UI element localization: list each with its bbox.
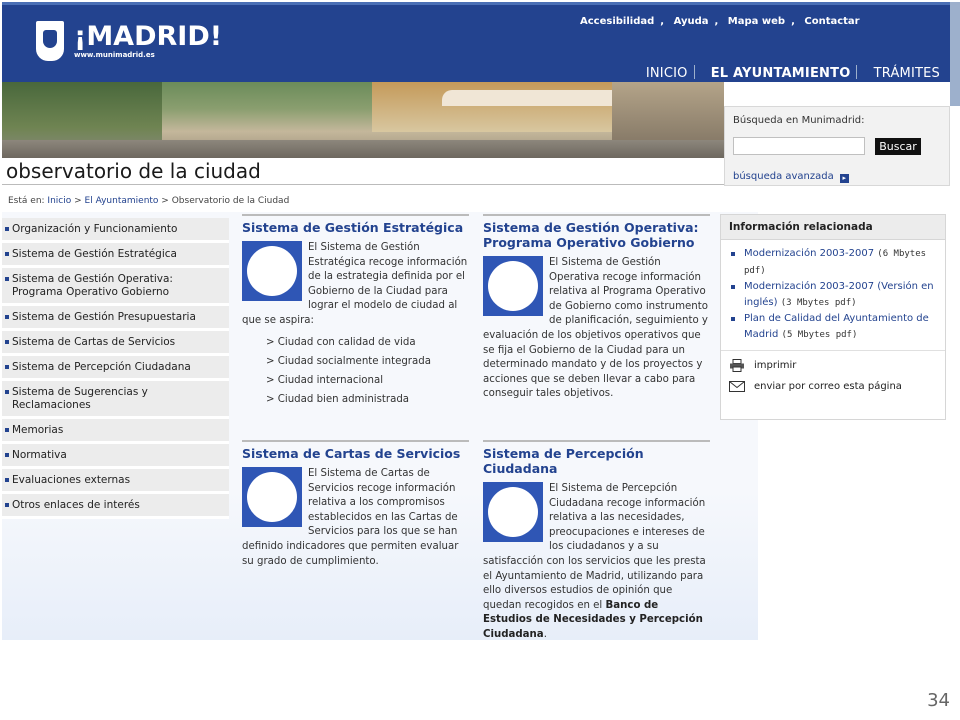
menu-item-gestion-presupuestaria[interactable]: Sistema de Gestión Presupuestaria [2, 306, 229, 331]
breadcrumb-prefix: Está en: [8, 196, 48, 206]
printer-icon [730, 358, 744, 372]
top-link-mapa-web[interactable]: Mapa web [728, 16, 785, 27]
menu-item-evaluaciones[interactable]: Evaluaciones externas [2, 469, 229, 494]
menu-item-memorias[interactable]: Memorias [2, 419, 229, 444]
email-link[interactable]: enviar por correo esta página [721, 380, 945, 393]
section-title[interactable]: Sistema de Gestión Operativa: Programa O… [483, 214, 710, 250]
top-link-contactar[interactable]: Contactar [804, 16, 859, 27]
section-image [242, 467, 302, 527]
section-gestion-operativa: Sistema de Gestión Operativa: Programa O… [483, 214, 710, 402]
search-input[interactable] [733, 137, 865, 155]
arrow-right-icon: ▸ [839, 174, 849, 183]
bullet-item: > Ciudad con calidad de vida [266, 336, 416, 348]
madrid-logo[interactable]: ¡MADRID! www.munimadrid.es [36, 21, 222, 61]
menu-item-sugerencias[interactable]: Sistema de Sugerencias y Reclamaciones [2, 381, 229, 419]
title-divider [2, 184, 724, 185]
breadcrumb-inicio[interactable]: Inicio [47, 196, 71, 206]
print-label: imprimir [754, 359, 797, 371]
section-image [483, 482, 543, 542]
menu-item-cartas-servicios[interactable]: Sistema de Cartas de Servicios [2, 331, 229, 356]
breadcrumb-current: Observatorio de la Ciudad [171, 196, 290, 206]
city-crest-icon [36, 21, 64, 61]
section-gestion-estrategica: Sistema de Gestión Estratégica El Sistem… [242, 214, 469, 405]
city-photo-banner [2, 82, 724, 158]
bullet-item: > Ciudad bien administrada [266, 393, 410, 405]
related-link-text[interactable]: Modernización 2003-2007 [744, 248, 874, 259]
menu-item-organizacion[interactable]: Organización y Funcionamiento [2, 218, 229, 243]
file-size: (3 Mbytes pdf) [780, 297, 857, 308]
top-links: Accesibilidad, Ayuda, Mapa web, Contacta… [580, 16, 860, 27]
nav-el-ayuntamiento[interactable]: EL AYUNTAMIENTO [711, 66, 851, 81]
section-title[interactable]: Sistema de Cartas de Servicios [242, 440, 469, 461]
advanced-search-link[interactable]: búsqueda avanzada ▸ [733, 171, 849, 183]
breadcrumb: Está en: Inicio > El Ayuntamiento > Obse… [8, 196, 290, 206]
section-cartas-servicios: Sistema de Cartas de Servicios El Sistem… [242, 440, 469, 569]
menu-item-normativa[interactable]: Normativa [2, 444, 229, 469]
bullet-item: > Ciudad socialmente integrada [266, 355, 431, 367]
section-title[interactable]: Sistema de Percepción Ciudadana [483, 440, 710, 476]
bullet-item: > Ciudad internacional [266, 374, 384, 386]
menu-item-otros-enlaces[interactable]: Otros enlaces de interés [2, 494, 229, 519]
section-title[interactable]: Sistema de Gestión Estratégica [242, 214, 469, 235]
search-label: Búsqueda en Munimadrid: [733, 115, 865, 126]
related-link[interactable]: Modernización 2003-2007 (6 Mbytes pdf) [729, 246, 939, 279]
top-link-accesibilidad[interactable]: Accesibilidad [580, 16, 654, 27]
section-image [483, 256, 543, 316]
related-link[interactable]: Modernización 2003-2007 (Versión en ingl… [729, 279, 939, 311]
slide-number: 34 [927, 690, 950, 711]
file-size: (5 Mbytes pdf) [781, 329, 858, 340]
nav-tramites[interactable]: TRÁMITES [874, 66, 940, 81]
logo-url: www.munimadrid.es [74, 51, 155, 59]
related-info-box: Información relacionada Modernización 20… [720, 214, 946, 420]
search-box: Búsqueda en Munimadrid: Buscar búsqueda … [724, 106, 950, 186]
left-menu: Organización y Funcionamiento Sistema de… [2, 218, 229, 519]
top-link-ayuda[interactable]: Ayuda [674, 16, 709, 27]
logo-text: ¡MADRID! [74, 21, 223, 52]
main-nav: INICIO EL AYUNTAMIENTO TRÁMITES [634, 65, 940, 81]
menu-item-percepcion-ciudadana[interactable]: Sistema de Percepción Ciudadana [2, 356, 229, 381]
related-link[interactable]: Plan de Calidad del Ayuntamiento de Madr… [729, 311, 939, 343]
menu-item-gestion-estrategica[interactable]: Sistema de Gestión Estratégica [2, 243, 229, 268]
related-links: Modernización 2003-2007 (6 Mbytes pdf) M… [721, 240, 945, 351]
section-bullets: > Ciudad con calidad de vida > Ciudad so… [242, 337, 469, 405]
breadcrumb-el-ayuntamiento[interactable]: El Ayuntamiento [85, 196, 159, 206]
envelope-icon [729, 380, 745, 392]
related-title: Información relacionada [721, 215, 945, 240]
search-button[interactable]: Buscar [875, 138, 921, 155]
print-link[interactable]: imprimir [721, 358, 945, 372]
page-title: observatorio de la ciudad [6, 159, 261, 183]
site-header: ¡MADRID! www.munimadrid.es Accesibilidad… [2, 2, 950, 82]
right-edge-strip [950, 2, 960, 106]
section-percepcion-ciudadana: Sistema de Percepción Ciudadana El Siste… [483, 440, 710, 643]
email-label: enviar por correo esta página [754, 380, 902, 392]
advanced-search-label: búsqueda avanzada [733, 171, 834, 182]
menu-item-gestion-operativa[interactable]: Sistema de Gestión Operativa: Programa O… [2, 268, 229, 306]
section-image [242, 241, 302, 301]
section-text-end: . [543, 628, 547, 640]
nav-inicio[interactable]: INICIO [646, 66, 688, 81]
